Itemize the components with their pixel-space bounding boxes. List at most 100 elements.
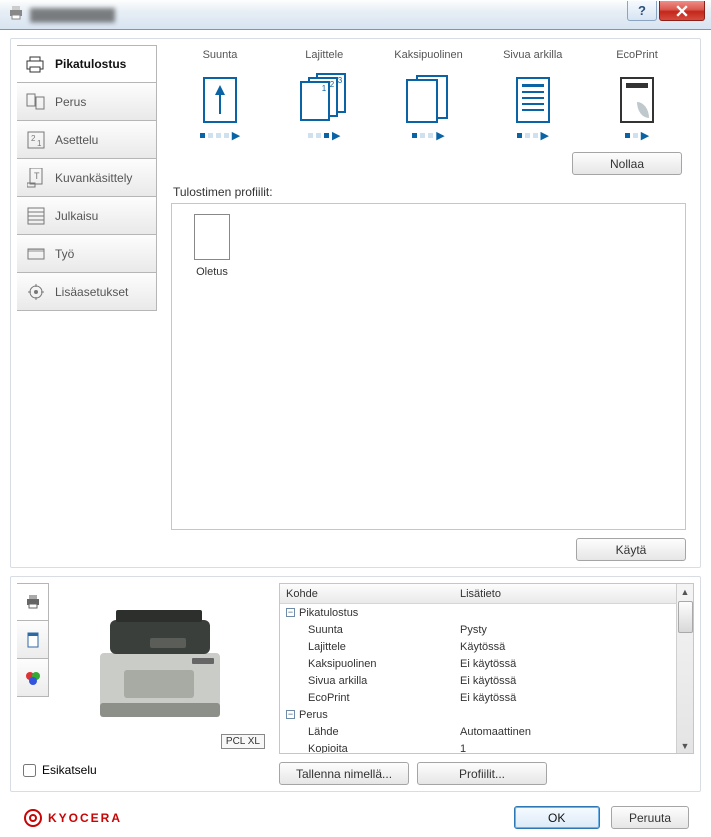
- option-stepper-icon: ▶: [517, 129, 549, 142]
- tab-label: Julkaisu: [55, 209, 98, 223]
- quick-option-collate[interactable]: Lajittele 321 ▶: [281, 49, 367, 142]
- preview-checkbox-label: Esikatselu: [42, 763, 97, 777]
- quick-label: Kaksipuolinen: [394, 49, 463, 61]
- summary-row-label: Kaksipuolinen: [308, 658, 377, 670]
- option-stepper-icon: ▶: [412, 129, 444, 142]
- quick-option-orientation[interactable]: Suunta ▶: [177, 49, 263, 142]
- profiles-button[interactable]: Profiilit...: [417, 762, 547, 785]
- ok-button[interactable]: OK: [514, 806, 600, 829]
- tab-perus[interactable]: Perus: [17, 83, 157, 121]
- profiles-list[interactable]: Oletus: [171, 203, 686, 530]
- cancel-button[interactable]: Peruuta: [611, 806, 689, 829]
- summary-row-label: Perus: [299, 709, 328, 721]
- preview-checkbox[interactable]: [23, 764, 36, 777]
- publishing-icon: [25, 205, 47, 227]
- tab-label: Lisäasetukset: [55, 285, 128, 299]
- scroll-down-icon[interactable]: ▼: [678, 738, 693, 753]
- printer-device-icon: [25, 594, 41, 610]
- quickprint-icon: [25, 53, 47, 75]
- quick-options-row: Suunta ▶ Lajittele 321 ▶: [171, 49, 686, 142]
- quick-option-duplex[interactable]: Kaksipuolinen ▶: [386, 49, 472, 142]
- option-stepper-icon: ▶: [200, 129, 240, 142]
- svg-text:2: 2: [31, 134, 36, 143]
- tab-label: Työ: [55, 247, 74, 261]
- preview-tab-printer[interactable]: [17, 583, 49, 621]
- summary-row-label: Suunta: [308, 624, 343, 636]
- summary-row-label: Kopioita: [308, 743, 348, 754]
- summary-row: EcoPrint Ei käytössä: [280, 689, 676, 706]
- summary-scrollbar[interactable]: ▲ ▼: [676, 584, 693, 753]
- summary-row: Kopioita 1: [280, 740, 676, 753]
- tab-pikatulostus[interactable]: Pikatulostus: [17, 45, 157, 83]
- save-as-button[interactable]: Tallenna nimellä...: [279, 762, 409, 785]
- summary-row-value: Ei käytössä: [460, 658, 676, 670]
- profiles-section-label: Tulostimen profiilit:: [173, 185, 686, 199]
- summary-group-row[interactable]: −Perus: [280, 706, 676, 723]
- summary-row-value: Automaattinen: [460, 726, 676, 738]
- summary-header: Kohde Lisätieto: [280, 584, 676, 604]
- summary-row-value: Pysty: [460, 624, 676, 636]
- summary-col-kohde: Kohde: [280, 588, 460, 600]
- imaging-icon: T: [25, 167, 47, 189]
- tab-label: Asettelu: [55, 133, 98, 147]
- ecoprint-icon: [612, 67, 662, 123]
- dialog-footer: KYOCERA OK Peruuta: [10, 800, 701, 829]
- tab-asettelu[interactable]: 21 Asettelu: [17, 121, 157, 159]
- page-icon: [27, 632, 39, 648]
- apply-button[interactable]: Käytä: [576, 538, 686, 561]
- summary-group-row[interactable]: −Pikatulostus: [280, 604, 676, 621]
- printer-icon: [8, 6, 24, 23]
- preview-checkbox-row[interactable]: Esikatselu: [17, 753, 269, 777]
- color-icon: [25, 670, 41, 686]
- summary-row-value: Ei käytössä: [460, 692, 676, 704]
- summary-row: Lajittele Käytössä: [280, 638, 676, 655]
- collate-icon: 321: [299, 67, 349, 123]
- quick-label: Sivua arkilla: [503, 49, 562, 61]
- orientation-icon: [195, 67, 245, 123]
- tab-label: Kuvankäsittely: [55, 171, 132, 185]
- quick-option-ecoprint[interactable]: EcoPrint ▶: [594, 49, 680, 142]
- duplex-icon: [404, 67, 454, 123]
- quick-label: Suunta: [203, 49, 238, 61]
- close-icon: [676, 5, 688, 17]
- quick-label: Lajittele: [305, 49, 343, 61]
- help-button[interactable]: ?: [627, 1, 657, 21]
- summary-row-label: Lajittele: [308, 641, 346, 653]
- tab-lisaasetukset[interactable]: Lisäasetukset: [17, 273, 157, 311]
- summary-row-label: Pikatulostus: [299, 607, 358, 619]
- pdl-mode-badge: PCL XL: [221, 734, 265, 749]
- reset-button[interactable]: Nollaa: [572, 152, 682, 175]
- collapse-icon[interactable]: −: [286, 608, 295, 617]
- preview-tab-color[interactable]: [17, 659, 49, 697]
- brand-logo: KYOCERA: [24, 809, 122, 827]
- advanced-icon: [25, 281, 47, 303]
- collapse-icon[interactable]: −: [286, 710, 295, 719]
- quick-label: EcoPrint: [616, 49, 658, 61]
- brand-mark-icon: [24, 809, 42, 827]
- tab-label: Pikatulostus: [55, 57, 126, 71]
- close-button[interactable]: [659, 1, 705, 21]
- summary-row-value: Käytössä: [460, 641, 676, 653]
- summary-row: Lähde Automaattinen: [280, 723, 676, 740]
- scroll-up-icon[interactable]: ▲: [678, 584, 693, 599]
- summary-row-label: EcoPrint: [308, 692, 350, 704]
- window-title: ██████████: [30, 8, 115, 22]
- summary-row: Kaksipuolinen Ei käytössä: [280, 655, 676, 672]
- tab-julkaisu[interactable]: Julkaisu: [17, 197, 157, 235]
- scroll-thumb[interactable]: [678, 601, 693, 633]
- summary-row-label: Sivua arkilla: [308, 675, 367, 687]
- settings-panel: Pikatulostus Perus 21 Asettelu T Kuvankä…: [10, 38, 701, 568]
- preview-tab-page[interactable]: [17, 621, 49, 659]
- brand-text: KYOCERA: [48, 811, 122, 825]
- profile-item[interactable]: Oletus: [182, 214, 242, 278]
- quick-option-nup[interactable]: Sivua arkilla ▶: [490, 49, 576, 142]
- summary-row-value: 1: [460, 743, 676, 754]
- tab-tyo[interactable]: Työ: [17, 235, 157, 273]
- profile-name: Oletus: [196, 266, 228, 278]
- tab-kuvankasittely[interactable]: T Kuvankäsittely: [17, 159, 157, 197]
- preview-and-summary-panel: PCL XL Esikatselu Kohde Lisätieto −Pikat…: [10, 576, 701, 792]
- summary-row: Sivua arkillaEi käytössä: [280, 672, 676, 689]
- settings-summary-table[interactable]: Kohde Lisätieto −PikatulostusSuuntaPysty…: [279, 583, 694, 754]
- preview-tabs: [17, 583, 51, 753]
- summary-row-label: Lähde: [308, 726, 339, 738]
